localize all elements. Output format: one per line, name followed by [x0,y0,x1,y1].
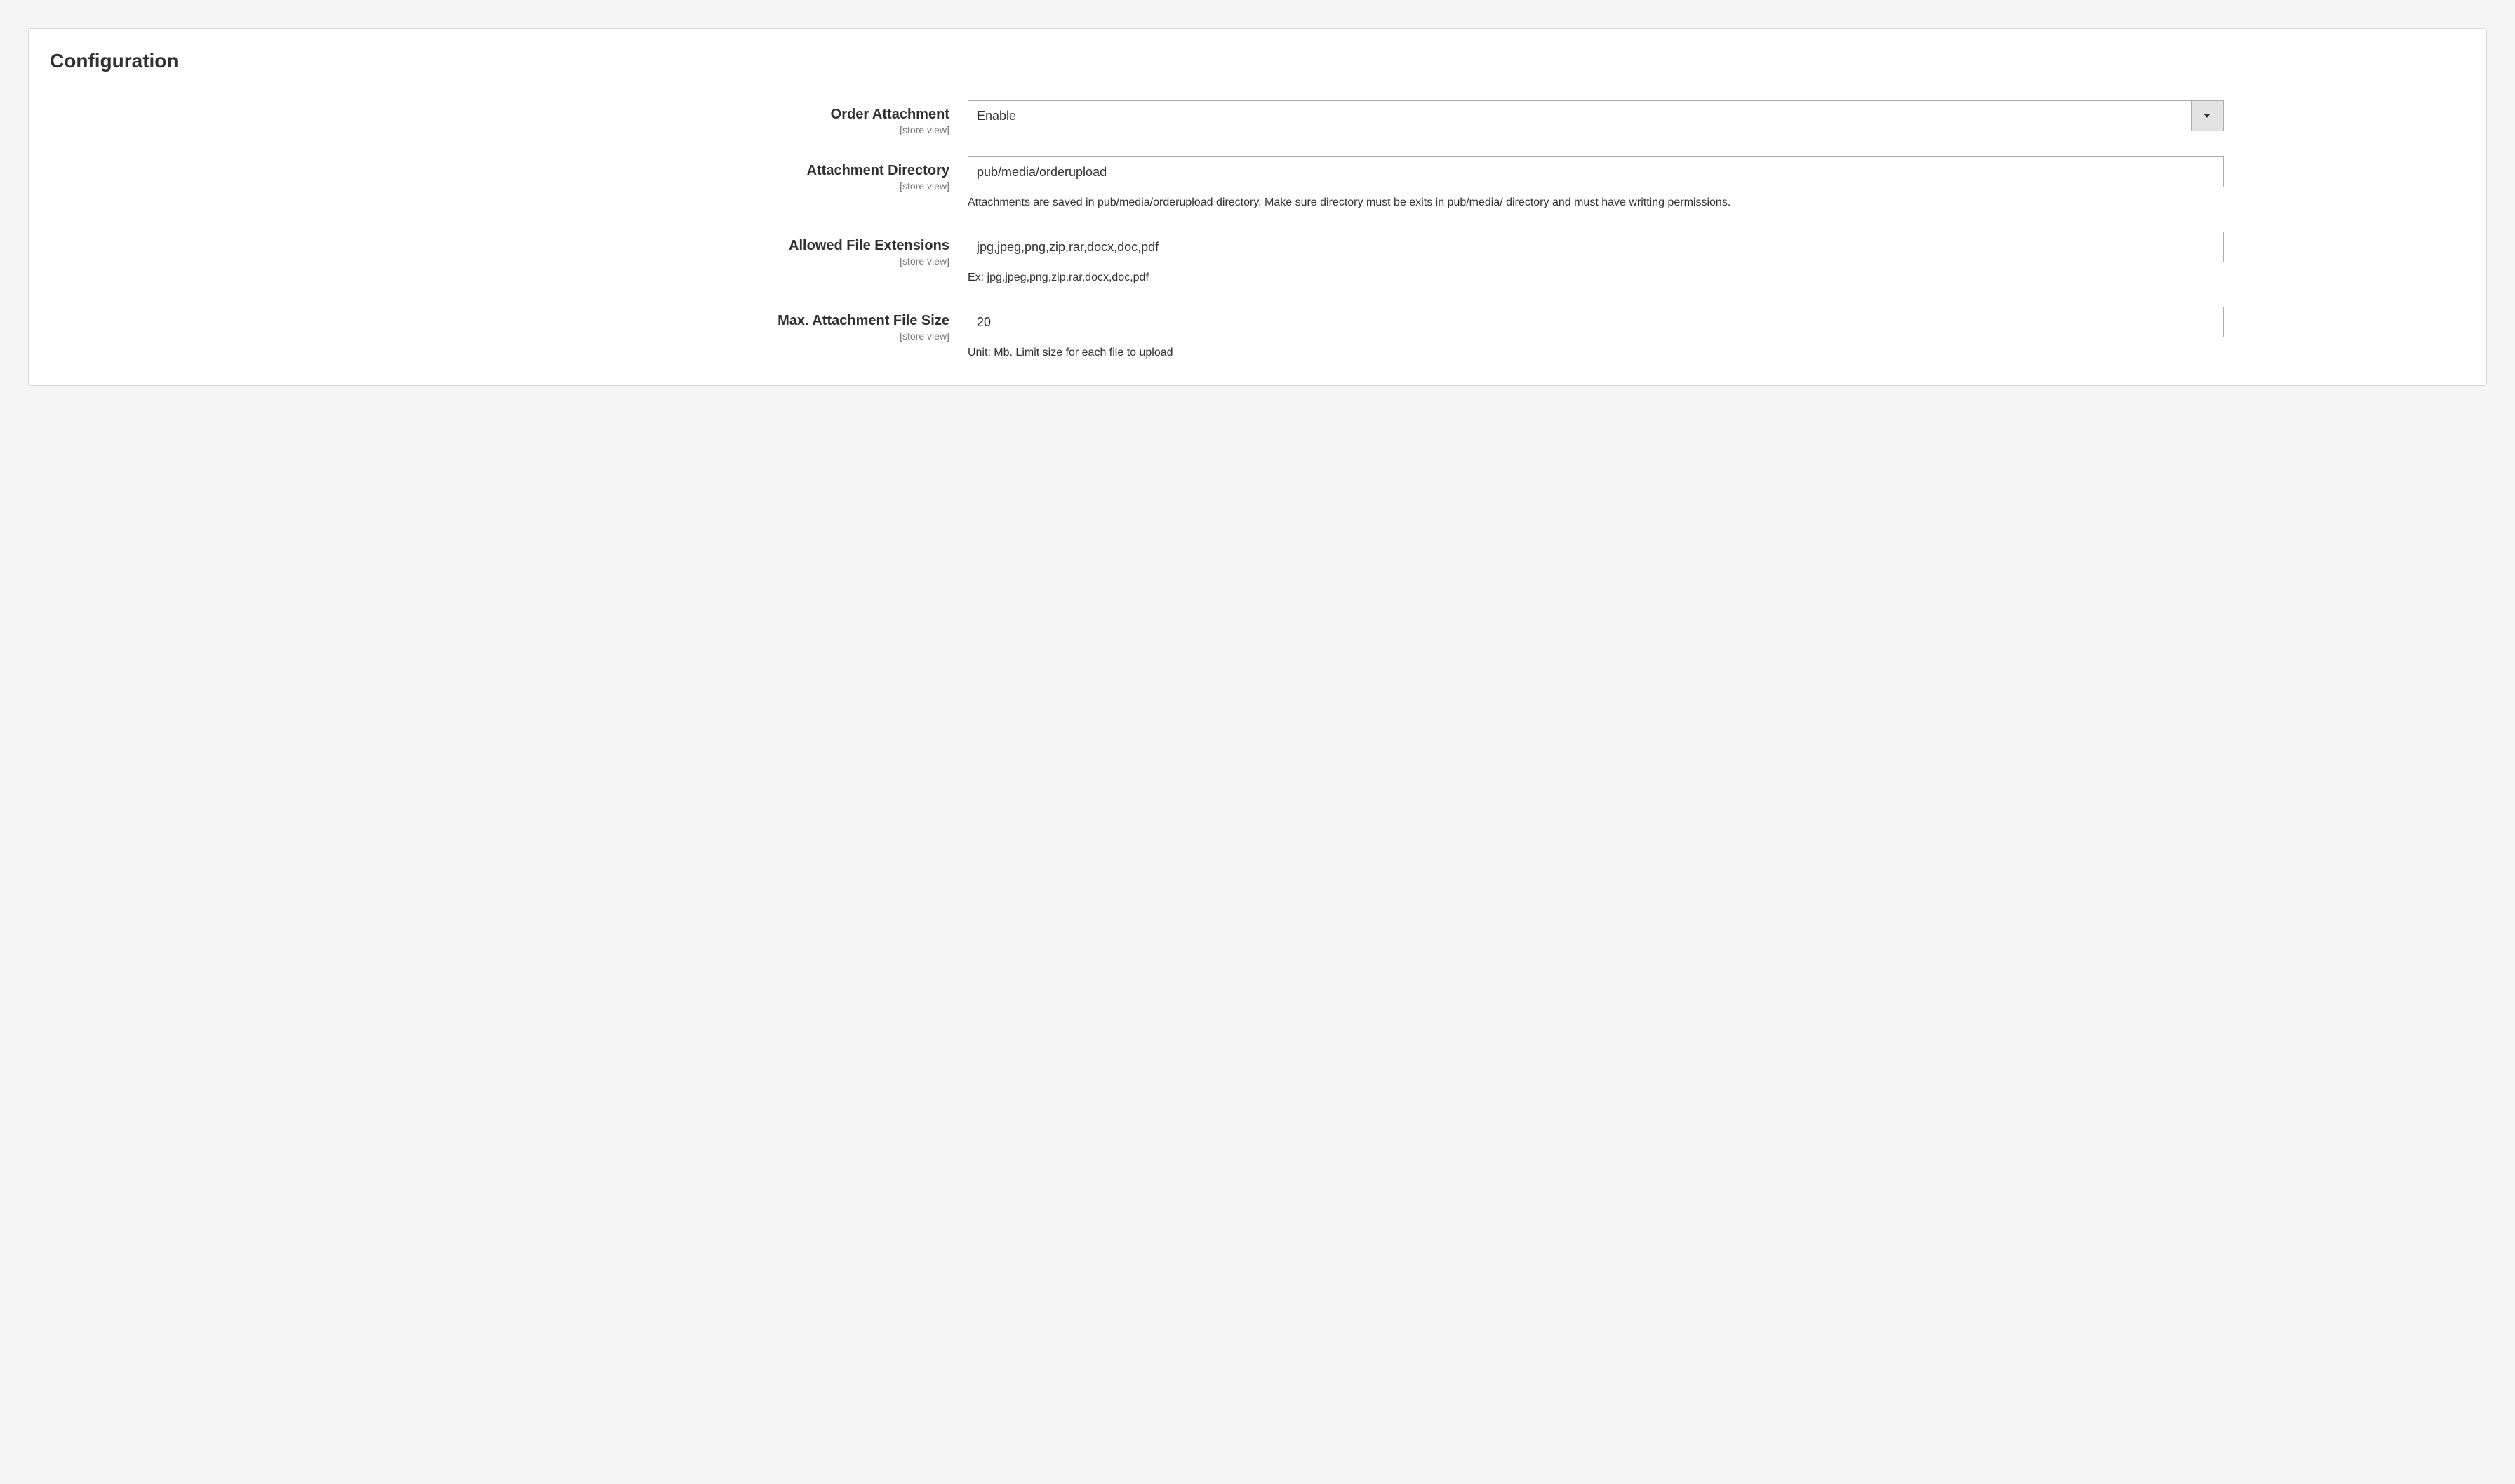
configuration-panel: Configuration Order Attachment [store vi… [28,28,2487,386]
input-col: Enable [968,100,2224,131]
page-root: Configuration Order Attachment [store vi… [0,0,2515,414]
label-text: Attachment Directory [807,163,949,178]
caret-down-icon [2203,114,2210,118]
order-attachment-select-value: Enable [968,101,2191,131]
field-attachment-directory: Attachment Directory [store view] Attach… [50,156,2465,210]
max-file-size-note: Unit: Mb. Limit size for each file to up… [968,345,2224,361]
attachment-directory-note: Attachments are saved in pub/media/order… [968,194,2224,210]
label-attachment-directory: Attachment Directory [store view] [50,156,968,192]
order-attachment-select[interactable]: Enable [968,100,2224,131]
field-allowed-file-extensions: Allowed File Extensions [store view] Ex:… [50,232,2465,286]
label-scope: [store view] [50,180,949,192]
input-col: Unit: Mb. Limit size for each file to up… [968,307,2224,361]
field-max-file-size: Max. Attachment File Size [store view] U… [50,307,2465,361]
field-order-attachment: Order Attachment [store view] Enable [50,100,2465,135]
label-allowed-file-extensions: Allowed File Extensions [store view] [50,232,968,267]
max-file-size-input[interactable] [968,307,2224,337]
panel-title: Configuration [50,50,2465,72]
label-scope: [store view] [50,124,949,135]
label-max-file-size: Max. Attachment File Size [store view] [50,307,968,342]
label-order-attachment: Order Attachment [store view] [50,100,968,135]
label-text: Allowed File Extensions [789,238,949,253]
allowed-file-extensions-note: Ex: jpg,jpeg,png,zip,rar,docx,doc,pdf [968,269,2224,286]
label-text: Order Attachment [831,107,949,122]
input-col: Ex: jpg,jpeg,png,zip,rar,docx,doc,pdf [968,232,2224,286]
order-attachment-select-button[interactable] [2191,101,2223,131]
label-scope: [store view] [50,255,949,267]
allowed-file-extensions-input[interactable] [968,232,2224,262]
label-text: Max. Attachment File Size [778,313,949,328]
label-scope: [store view] [50,330,949,342]
input-col: Attachments are saved in pub/media/order… [968,156,2224,210]
attachment-directory-input[interactable] [968,156,2224,187]
